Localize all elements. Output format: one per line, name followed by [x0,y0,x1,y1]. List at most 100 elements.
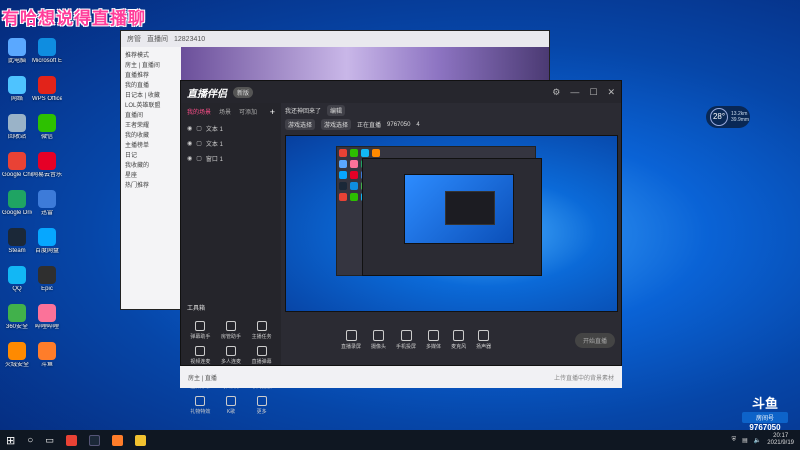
tool-button[interactable]: K歌 [216,396,247,415]
tool-button[interactable]: 房管助手 [216,321,247,340]
minimize-icon[interactable]: — [570,87,579,98]
tool-button[interactable]: 礼物特效 [185,396,216,415]
add-source-button[interactable]: + [270,107,275,117]
control-label: 手机投屏 [396,344,417,350]
layer-item[interactable]: ◉ ▢ 窗口 1 [181,151,281,166]
lock-icon[interactable]: ▢ [196,140,202,147]
stream-control-button[interactable]: 多媒体 [426,330,441,350]
desktop-icon[interactable]: 火绒安全 [2,342,32,369]
app-taskbar-icon[interactable] [134,434,146,446]
desktop-icon[interactable]: QQ [2,266,32,293]
tab-addable[interactable]: 可添加 [239,107,257,117]
bg-sidebar-item[interactable]: 直播间 [125,111,177,121]
desktop-icon-label: 迅雷 [40,210,53,216]
desktop-icon[interactable]: 此电脑 [2,38,32,65]
eye-icon[interactable]: ◉ [187,125,192,132]
tool-button[interactable]: 弹幕助手 [185,321,216,340]
desktop-icon[interactable]: 回收站 [2,114,32,141]
bg-sidebar-item[interactable]: 星座 [125,171,177,181]
system-tray: ⛨ ▤ 🔈 20:17 2021/9/19 [732,433,794,447]
tool-icon [195,346,206,356]
desktop-icon[interactable]: 斗鱼 [32,342,62,369]
bg-sidebar-item[interactable]: 推荐模式 [125,51,177,61]
desktop-icon[interactable]: Steam [2,228,32,255]
desktop-icon[interactable]: 百度网盘 [32,228,62,255]
search-icon[interactable]: ○ [27,435,33,446]
bg-sidebar-item[interactable]: 王者荣耀 [125,121,177,131]
stream-control-button[interactable]: 直播录屏 [341,330,361,350]
bg-sidebar-item[interactable]: 主播榜单 [125,141,177,151]
bg-sidebar-item[interactable]: 热门推荐 [125,181,177,191]
desktop-icon[interactable]: 迅雷 [32,190,62,217]
close-icon[interactable]: ✕ [607,87,615,98]
tool-button[interactable]: 更多 [246,396,277,415]
bg-sidebar-item[interactable]: 直播推荐 [125,71,177,81]
live-companion-window[interactable]: 直播伴侣 新版 ⚙ — ☐ ✕ 我的场景 场景 可添加 + ◉ ▢ 文本 1 ◉ ▢ 文… [180,80,622,415]
chrome-taskbar-icon[interactable] [65,434,77,446]
bg-sidebar-item[interactable]: 我的直播 [125,81,177,91]
category-tag[interactable]: 游戏选择 [321,119,352,130]
app-icon [38,266,56,284]
network-icon[interactable]: ▤ [742,437,748,444]
bg-tab[interactable]: 直播间 [147,34,168,44]
desktop-icon[interactable]: Google Chrome [2,152,32,179]
steam-taskbar-icon[interactable] [88,434,100,446]
tool-button[interactable]: 主播任务 [246,321,277,340]
maximize-icon[interactable]: ☐ [589,87,597,98]
edit-room-button[interactable]: 编辑 [327,105,346,116]
clock[interactable]: 20:17 2021/9/19 [767,433,794,447]
desktop-icon[interactable]: 微信 [32,114,62,141]
app-icon [38,342,56,360]
bg-tab[interactable]: 房管 [127,34,141,44]
tool-button[interactable]: 视频连麦 [185,346,216,365]
desktop-icon-label: Google Chrome [2,172,32,178]
desktop-icon[interactable]: 网络 [2,76,32,103]
stream-control-button[interactable]: 麦克风 [451,330,466,350]
weather-widget[interactable]: 28° 13.2km 39.9mm [706,106,750,128]
window-titlebar[interactable]: 直播伴侣 新版 ⚙ — ☐ ✕ [181,81,621,103]
desktop-icon[interactable]: 360安全 [2,304,32,331]
desktop-icon[interactable]: WPS Office [32,76,62,103]
layer-item[interactable]: ◉ ▢ 文本 1 [181,121,281,136]
eye-icon[interactable]: ◉ [187,140,192,147]
task-view-icon[interactable]: ▭ [45,435,54,446]
control-icon [453,330,465,341]
tab-my-scenes[interactable]: 我的场景 [187,107,211,117]
settings-icon[interactable]: ⚙ [552,87,560,98]
douyu-taskbar-icon[interactable] [111,434,123,446]
tool-button[interactable]: 直播弹幕 [246,346,277,365]
background-window-titlebar[interactable]: 房管 直播间 12823410 [121,31,549,47]
shield-icon[interactable]: ⛨ [732,437,737,444]
layer-item[interactable]: ◉ ▢ 文本 1 [181,136,281,151]
stream-preview[interactable] [285,135,618,312]
volume-icon[interactable]: 🔈 [754,437,761,444]
desktop-icon-label: 火绒安全 [4,362,29,368]
desktop-icon[interactable]: Epic [32,266,62,293]
eye-icon[interactable]: ◉ [187,155,192,162]
desktop-icon[interactable]: 网易云音乐 [32,152,62,179]
stream-control-button[interactable]: 摄像头 [371,330,386,350]
category-tag[interactable]: 游戏选择 [285,119,316,130]
bg-tab[interactable]: 12823410 [174,36,205,43]
stream-control-button[interactable]: 手机投屏 [396,330,416,350]
start-live-button[interactable]: 开始直播 [574,332,615,348]
tab-scenes[interactable]: 场景 [219,107,231,117]
lock-icon[interactable]: ▢ [196,125,202,132]
desktop-icon-label: Epic [41,286,53,292]
app-icon [8,76,26,94]
desktop-icon[interactable]: 哔哩哔哩 [32,304,62,331]
bg-sidebar-item[interactable]: 日记本 | 收藏 [125,91,177,101]
bg-sidebar-item[interactable]: 我的收藏 [125,131,177,141]
room-number-label: 房间号 [742,412,788,423]
desktop-icon[interactable]: Google Drive [2,190,32,217]
tool-label: 直播弹幕 [251,359,272,365]
desktop-icon[interactable]: Microsoft Edge [32,38,62,65]
bg-sidebar-item[interactable]: LOL英雄联盟 [125,101,177,111]
bg-sidebar-item[interactable]: 日记 [125,151,177,161]
tool-button[interactable]: 多人连麦 [216,346,247,365]
start-icon[interactable]: ⊞ [6,434,15,447]
stream-control-button[interactable]: 扬声器 [476,330,491,350]
lock-icon[interactable]: ▢ [196,155,202,162]
bg-sidebar-item[interactable]: 我收藏的 [125,161,177,171]
bg-sidebar-item[interactable]: 房主 | 直播间 [125,61,177,71]
